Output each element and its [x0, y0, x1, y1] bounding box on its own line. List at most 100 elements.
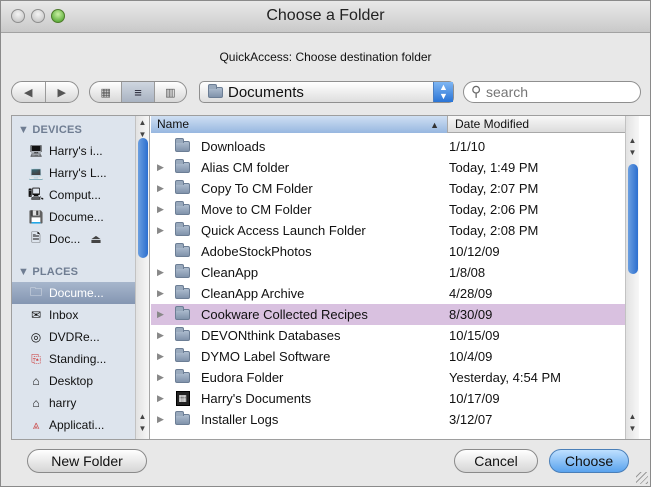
sidebar-item-documents[interactable]: 🗀 Docume... [12, 282, 135, 304]
date-column-header[interactable]: Date Modified [449, 116, 639, 133]
table-row[interactable]: ▶ Installer Logs 3/12/07 [151, 409, 639, 430]
scroll-up-icon[interactable]: ▲ [136, 412, 149, 424]
sidebar-item-device[interactable]: 💾 Docume... [12, 206, 135, 228]
icon-view-button[interactable]: ▦ [90, 82, 123, 102]
table-row[interactable]: ▶ Copy To CM Folder Today, 2:07 PM [151, 178, 639, 199]
sidebar-item-applications[interactable]: ⩓ Applicati... [12, 414, 135, 436]
disclosure-triangle-icon[interactable]: ▶ [157, 330, 173, 341]
scroll-up-icon[interactable]: ▲ [136, 118, 149, 130]
disclosure-triangle-icon[interactable]: ▶ [157, 351, 173, 362]
date-modified: 10/4/09 [449, 349, 493, 364]
back-button[interactable]: ◀ [12, 82, 46, 102]
table-row[interactable]: ▶ DEVONthink Databases 10/15/09 [151, 325, 639, 346]
date-modified: Today, 2:06 PM [449, 202, 539, 217]
file-name: Eudora Folder [201, 370, 284, 385]
sidebar-item-desktop[interactable]: ⌂ Desktop [12, 370, 135, 392]
file-name: Harry's Documents [201, 391, 312, 406]
folder-icon [173, 306, 192, 322]
display-icon: 🖥 [28, 144, 44, 158]
name-column-header[interactable]: Name ▲ [151, 116, 448, 133]
applications-icon: ⩓ [32, 417, 40, 432]
table-row[interactable]: ▶ DYMO Label Software 10/4/09 [151, 346, 639, 367]
scroll-up-icon[interactable]: ▲ [626, 136, 639, 148]
sidebar-item-inbox[interactable]: ✉ Inbox [12, 304, 135, 326]
disclosure-triangle-icon[interactable]: ▶ [157, 288, 173, 299]
home-icon: ⌂ [32, 396, 40, 410]
dvd-icon: ◎ [30, 330, 42, 344]
date-modified: 1/1/10 [449, 139, 486, 154]
sidebar-item-dvd[interactable]: ◎ DVDRe... [12, 326, 135, 348]
new-folder-button[interactable]: New Folder [27, 449, 147, 473]
disclosure-triangle-icon[interactable]: ▶ [157, 393, 173, 404]
sidebar-scroll-thumb[interactable] [138, 138, 148, 258]
disclosure-triangle-icon[interactable]: ▶ [157, 204, 173, 215]
sort-ascending-icon: ▲ [430, 120, 439, 130]
folder-icon [173, 222, 192, 238]
eject-icon[interactable]: ⏏ [90, 232, 101, 246]
table-row[interactable]: ▶ Alias CM folder Today, 1:49 PM [151, 157, 639, 178]
grid-icon: ▦ [100, 86, 111, 99]
disclosure-triangle-icon[interactable]: ▶ [157, 267, 173, 278]
resize-grip-icon[interactable] [636, 472, 648, 484]
disclosure-triangle-icon[interactable]: ▶ [157, 225, 173, 236]
sidebar-item-harry[interactable]: ⌂ harry [12, 392, 135, 414]
scroll-down-icon[interactable]: ▼ [626, 148, 639, 160]
folder-icon [173, 369, 192, 385]
folder-icon [173, 159, 192, 175]
disclosure-triangle-icon[interactable]: ▶ [157, 309, 173, 320]
disclosure-triangle-icon[interactable]: ▶ [157, 372, 173, 383]
table-row[interactable]: ▶ CleanApp Archive 4/28/09 [151, 283, 639, 304]
sidebar-item-device[interactable]: 💻 Harry's L... [12, 162, 135, 184]
home-icon: ⌂ [32, 374, 40, 388]
sidebar-item-device[interactable]: 🗎 Doc... ⏏ [12, 228, 135, 250]
table-row[interactable]: ▶ Cookware Collected Recipes 8/30/09 [151, 304, 639, 325]
folder-icon [173, 285, 192, 301]
date-modified: 10/15/09 [449, 328, 500, 343]
table-row[interactable]: ▶ Quick Access Launch Folder Today, 2:08 P… [151, 220, 639, 241]
table-row[interactable]: ▶ Move to CM Folder Today, 2:06 PM [151, 199, 639, 220]
columns-icon: ▥ [165, 86, 176, 99]
devices-section-label[interactable]: ▼ DEVICES [18, 124, 82, 136]
list-scrollbar[interactable]: ▲ ▼ ▲ ▼ [625, 116, 639, 439]
location-popup[interactable]: Documents ▲ ▼ [199, 81, 454, 103]
disclosure-triangle-icon[interactable]: ▶ [157, 162, 173, 173]
scroll-down-icon[interactable]: ▼ [136, 424, 149, 436]
list-scroll-thumb[interactable] [628, 164, 638, 274]
table-row[interactable]: AdobeStockPhotos 10/12/09 [151, 241, 639, 262]
folder-icon [173, 411, 192, 427]
sidebar-scrollbar[interactable]: ▲ ▼ ▲ ▼ [135, 116, 149, 439]
folder-icon [173, 327, 192, 343]
column-view-button[interactable]: ▥ [155, 82, 186, 102]
cancel-button[interactable]: Cancel [454, 449, 538, 473]
search-input[interactable] [486, 84, 631, 100]
date-modified: 8/30/09 [449, 307, 493, 322]
file-name: Copy To CM Folder [201, 181, 313, 196]
sidebar-item-device[interactable]: 🖥 Harry's i... [12, 140, 135, 162]
date-modified: 10/12/09 [449, 244, 500, 259]
scroll-down-icon[interactable]: ▼ [626, 424, 639, 436]
file-name: Quick Access Launch Folder [201, 223, 366, 238]
disclosure-triangle-icon[interactable]: ▶ [157, 183, 173, 194]
table-row[interactable]: Downloads 1/1/10 [151, 136, 639, 157]
sidebar-item-device[interactable]: 🖳 Comput... [12, 184, 135, 206]
table-row[interactable]: ▶ Eudora Folder Yesterday, 4:54 PM [151, 367, 639, 388]
search-field[interactable]: ⚲ [463, 81, 641, 103]
forward-button[interactable]: ▶ [46, 82, 79, 102]
places-section-label[interactable]: ▼ PLACES [18, 266, 78, 278]
file-name: Installer Logs [201, 412, 279, 427]
disclosure-triangle-icon[interactable]: ▶ [157, 414, 173, 425]
choose-button[interactable]: Choose [549, 449, 629, 473]
date-modified: 10/17/09 [449, 391, 500, 406]
scroll-up-icon[interactable]: ▲ [626, 412, 639, 424]
table-row[interactable]: ▶ ▦ Harry's Documents 10/17/09 [151, 388, 639, 409]
popup-arrows-icon: ▲ ▼ [433, 82, 453, 102]
list-icon: ≡ [134, 84, 142, 100]
date-modified: Today, 1:49 PM [449, 160, 539, 175]
list-view-button[interactable]: ≡ [122, 82, 155, 102]
table-row[interactable]: ▶ CleanApp 1/8/08 [151, 262, 639, 283]
choose-folder-dialog: Choose a Folder QuickAccess: Choose dest… [0, 0, 651, 487]
file-name: Alias CM folder [201, 160, 290, 175]
title-bar[interactable]: Choose a Folder [1, 1, 650, 33]
inbox-icon: ✉ [30, 308, 42, 322]
sidebar-item-standing[interactable]: ⎘ Standing... [12, 348, 135, 370]
